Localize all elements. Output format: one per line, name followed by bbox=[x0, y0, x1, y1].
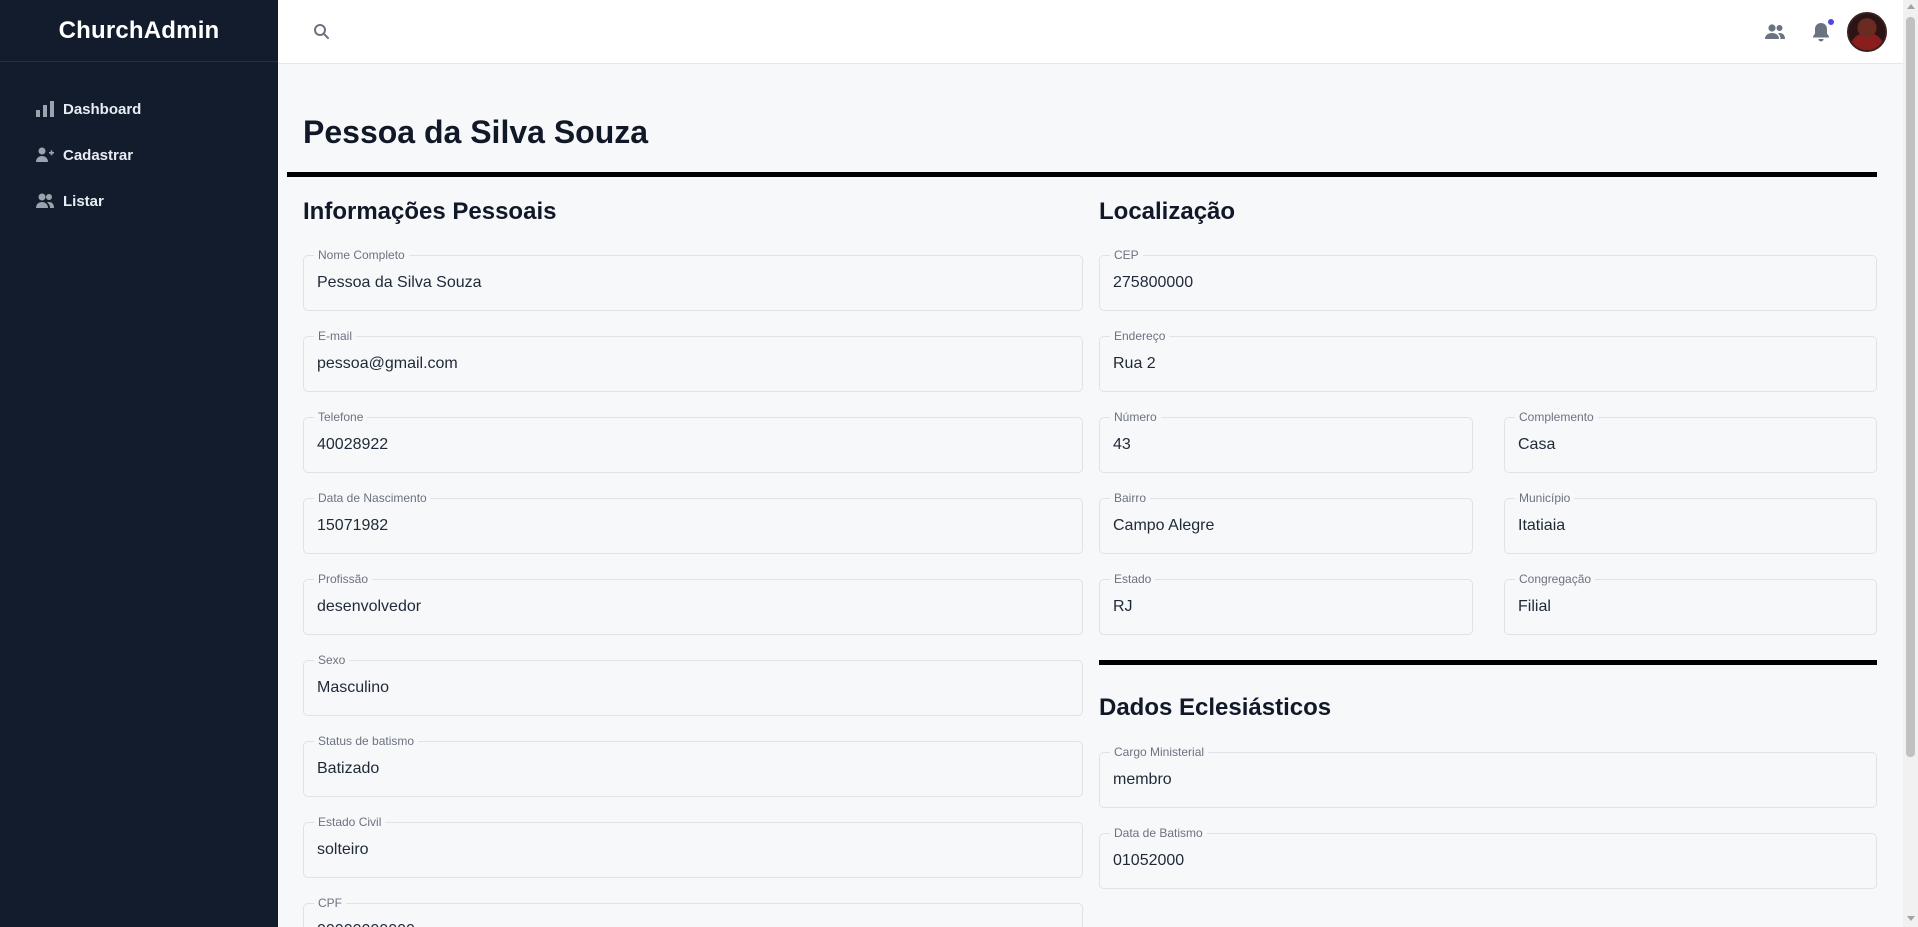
field-value: Filial bbox=[1518, 598, 1551, 615]
field-label: Data de Batismo bbox=[1110, 826, 1207, 840]
sidebar-item-label: Dashboard bbox=[63, 100, 142, 118]
field-label: Profissão bbox=[314, 572, 373, 586]
field-label: Número bbox=[1110, 410, 1161, 424]
section-title-personal: Informações Pessoais bbox=[303, 198, 557, 225]
field-value: Casa bbox=[1518, 436, 1556, 453]
scroll-down-icon[interactable] bbox=[1907, 916, 1915, 921]
phone-field[interactable]: Telefone 40028922 bbox=[303, 410, 1083, 473]
state-field[interactable]: Estado RJ bbox=[1099, 572, 1473, 635]
sidebar-item-label: Listar bbox=[63, 192, 104, 210]
number-field[interactable]: Número 43 bbox=[1099, 410, 1473, 473]
field-value: desenvolvedor bbox=[317, 598, 422, 615]
field-value: 40028922 bbox=[317, 436, 389, 453]
field-value: Masculino bbox=[317, 679, 390, 696]
brand-name: ChurchAdmin bbox=[58, 16, 220, 44]
field-label: Estado bbox=[1110, 572, 1156, 586]
baptism-date-field[interactable]: Data de Batismo 01052000 bbox=[1099, 826, 1877, 889]
divider bbox=[1099, 660, 1877, 665]
email-field[interactable]: E-mail pessoa@gmail.com bbox=[303, 329, 1083, 392]
sidebar-item-dashboard[interactable]: Dashboard bbox=[0, 86, 278, 132]
municipality-field[interactable]: Município Itatiaia bbox=[1504, 491, 1877, 554]
field-value: 15071982 bbox=[317, 517, 389, 534]
page-title: Pessoa da Silva Souza bbox=[303, 114, 649, 150]
field-label: Bairro bbox=[1110, 491, 1151, 505]
field-label: Sexo bbox=[314, 653, 350, 667]
field-label: Cargo Ministerial bbox=[1110, 745, 1209, 759]
full-name-field[interactable]: Nome Completo Pessoa da Silva Souza bbox=[303, 248, 1083, 311]
profession-field[interactable]: Profissão desenvolvedor bbox=[303, 572, 1083, 635]
ministerial-role-field[interactable]: Cargo Ministerial membro bbox=[1099, 745, 1877, 808]
field-value: 00000000000 bbox=[317, 922, 415, 927]
field-value: membro bbox=[1113, 771, 1172, 788]
field-label: Nome Completo bbox=[314, 248, 409, 262]
scrollbar[interactable] bbox=[1903, 0, 1918, 927]
field-label: E-mail bbox=[314, 329, 357, 343]
sidebar-item-listar[interactable]: Listar bbox=[0, 178, 278, 224]
sidebar: ChurchAdmin Dashboard Cadastrar Listar bbox=[0, 0, 278, 927]
field-label: Município bbox=[1515, 491, 1575, 505]
avatar[interactable] bbox=[1847, 12, 1887, 52]
users-icon[interactable] bbox=[1763, 20, 1787, 44]
field-value: solteiro bbox=[317, 841, 369, 858]
address-field[interactable]: Endereço Rua 2 bbox=[1099, 329, 1877, 392]
field-label: Status de batismo bbox=[314, 734, 419, 748]
sidebar-nav: Dashboard Cadastrar Listar bbox=[0, 62, 278, 224]
search-icon[interactable] bbox=[312, 22, 332, 42]
cpf-field[interactable]: CPF 00000000000 bbox=[303, 896, 1083, 927]
field-label: Complemento bbox=[1515, 410, 1598, 424]
field-value: RJ bbox=[1113, 598, 1133, 615]
section-title-location: Localização bbox=[1099, 198, 1236, 225]
baptism-status-field[interactable]: Status de batismo Batizado bbox=[303, 734, 1083, 797]
sex-field[interactable]: Sexo Masculino bbox=[303, 653, 1083, 716]
sidebar-item-cadastrar[interactable]: Cadastrar bbox=[0, 132, 278, 178]
field-label: Endereço bbox=[1110, 329, 1170, 343]
birth-date-field[interactable]: Data de Nascimento 15071982 bbox=[303, 491, 1083, 554]
field-value: 01052000 bbox=[1113, 852, 1185, 869]
field-value: Batizado bbox=[317, 760, 380, 777]
scrollbar-thumb[interactable] bbox=[1906, 17, 1915, 757]
sidebar-item-label: Cadastrar bbox=[63, 146, 134, 164]
scroll-up-icon[interactable] bbox=[1907, 4, 1915, 9]
field-label: CEP bbox=[1110, 248, 1143, 262]
field-value: pessoa@gmail.com bbox=[317, 355, 458, 372]
marital-status-field[interactable]: Estado Civil solteiro bbox=[303, 815, 1083, 878]
congregation-field[interactable]: Congregação Filial bbox=[1504, 572, 1877, 635]
notification-dot bbox=[1827, 18, 1835, 26]
field-value: 275800000 bbox=[1113, 274, 1194, 291]
field-value: Pessoa da Silva Souza bbox=[317, 274, 482, 291]
field-label: Telefone bbox=[314, 410, 368, 424]
field-label: Estado Civil bbox=[314, 815, 386, 829]
divider bbox=[287, 172, 1877, 177]
cep-field[interactable]: CEP 275800000 bbox=[1099, 248, 1877, 311]
field-label: Data de Nascimento bbox=[314, 491, 431, 505]
brand-logo[interactable]: ChurchAdmin bbox=[0, 0, 278, 62]
field-value: Rua 2 bbox=[1113, 355, 1156, 372]
field-label: Congregação bbox=[1515, 572, 1596, 586]
user-plus-icon bbox=[35, 145, 55, 165]
top-bar bbox=[278, 0, 1903, 64]
field-value: Itatiaia bbox=[1518, 517, 1566, 534]
field-label: CPF bbox=[314, 896, 346, 910]
section-title-ecclesiastical: Dados Eclesiásticos bbox=[1099, 694, 1332, 721]
field-value: 43 bbox=[1113, 436, 1131, 453]
bar-chart-icon bbox=[35, 99, 55, 119]
users-icon bbox=[35, 191, 55, 211]
complement-field[interactable]: Complemento Casa bbox=[1504, 410, 1877, 473]
neighborhood-field[interactable]: Bairro Campo Alegre bbox=[1099, 491, 1473, 554]
field-value: Campo Alegre bbox=[1113, 517, 1215, 534]
